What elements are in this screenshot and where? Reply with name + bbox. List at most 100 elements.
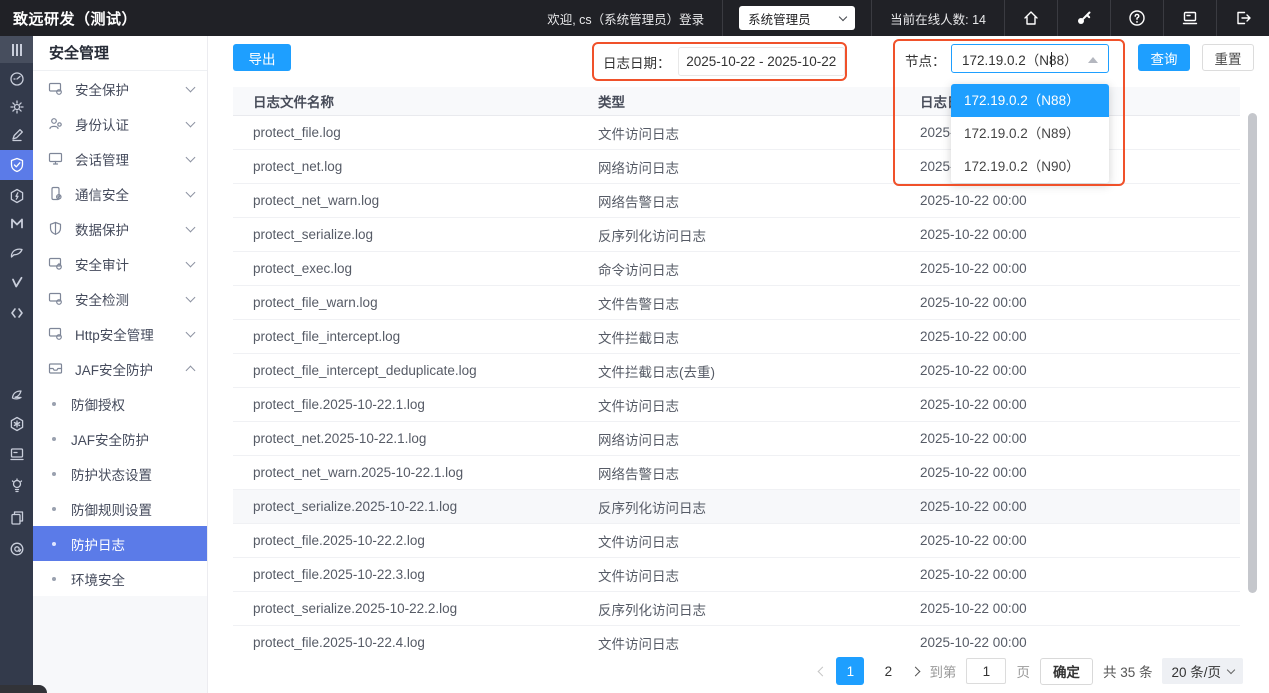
- cell-date: 2025-10-22 00:00: [905, 363, 1240, 378]
- triangle-up-icon: [1088, 57, 1098, 63]
- hexagon-bolt-icon[interactable]: [0, 182, 33, 210]
- table-row[interactable]: protect_net.2025-10-22.1.log 网络访问日志 2025…: [233, 422, 1240, 456]
- role-select[interactable]: 系统管理员: [739, 6, 855, 30]
- node-select-input[interactable]: 172.19.0.2（N88）: [951, 44, 1109, 73]
- collapse-menu-icon[interactable]: [0, 36, 33, 63]
- code-brackets-icon[interactable]: [0, 299, 33, 327]
- export-button[interactable]: 导出: [233, 44, 291, 71]
- sidebar-group-security-detection[interactable]: 安全检测: [33, 281, 207, 316]
- role-select-value: 系统管理员: [748, 9, 811, 28]
- table-row[interactable]: protect_file_intercept_deduplicate.log 文…: [233, 354, 1240, 388]
- help-icon[interactable]: [1111, 0, 1163, 36]
- cell-filename: protect_file_intercept.log: [233, 329, 578, 344]
- cell-filename: protect_net_warn.2025-10-22.1.log: [233, 465, 578, 480]
- refresh-at-icon[interactable]: [0, 535, 33, 563]
- page-size-select[interactable]: 20 条/页: [1162, 658, 1243, 684]
- security-shield-icon[interactable]: [0, 150, 33, 180]
- table-row[interactable]: protect_file.2025-10-22.1.log 文件访问日志 202…: [233, 388, 1240, 422]
- node-option[interactable]: 172.19.0.2（N88）: [951, 84, 1109, 117]
- table-row[interactable]: protect_file.2025-10-22.3.log 文件访问日志 202…: [233, 558, 1240, 592]
- reset-button[interactable]: 重置: [1202, 44, 1254, 71]
- table-row[interactable]: protect_file_intercept.log 文件拦截日志 2025-1…: [233, 320, 1240, 354]
- page-button-1[interactable]: 1: [836, 657, 864, 685]
- table-row[interactable]: protect_serialize.2025-10-22.1.log 反序列化访…: [233, 490, 1240, 524]
- prev-page-icon[interactable]: [818, 666, 828, 676]
- dashboard-icon[interactable]: [0, 65, 33, 93]
- table-row[interactable]: protect_file.2025-10-22.4.log 文件访问日志 202…: [233, 626, 1240, 650]
- logout-icon[interactable]: [1217, 0, 1269, 36]
- copy-files-icon[interactable]: [0, 504, 33, 532]
- sidebar-item-label: 防护日志: [71, 534, 125, 554]
- confirm-button[interactable]: 确定: [1040, 658, 1093, 685]
- total-count: 共 35 条: [1103, 661, 1153, 681]
- sidebar-item-defense-rules[interactable]: 防御规则设置: [33, 491, 207, 526]
- dove-icon[interactable]: [0, 380, 33, 408]
- cell-filename: protect_file.2025-10-22.3.log: [233, 567, 578, 582]
- sidebar-item-label: 环境安全: [71, 569, 125, 589]
- monitor-paw-icon: [48, 326, 63, 341]
- chevron-down-icon: [186, 327, 196, 337]
- column-header-type: 类型: [578, 91, 905, 111]
- sidebar-group-label: 会话管理: [75, 149, 187, 169]
- sidebar-item-jaf-protection[interactable]: JAF安全防护: [33, 421, 207, 456]
- lightbulb-icon[interactable]: [0, 472, 33, 500]
- cell-type: 文件拦截日志(去重): [578, 361, 905, 381]
- goto-page-input[interactable]: 1: [966, 658, 1006, 684]
- sidebar-group-jaf-protection[interactable]: JAF安全防护: [33, 351, 207, 386]
- table-row[interactable]: protect_serialize.2025-10-22.2.log 反序列化访…: [233, 592, 1240, 626]
- table-row[interactable]: protect_net_warn.2025-10-22.1.log 网络告警日志…: [233, 456, 1240, 490]
- sidebar-group-identity-auth[interactable]: 身份认证: [33, 106, 207, 141]
- bullet-icon: [52, 437, 56, 441]
- key-icon[interactable]: [1058, 0, 1110, 36]
- cell-type: 文件访问日志: [578, 123, 905, 143]
- sidebar-group-data-protection[interactable]: 数据保护: [33, 211, 207, 246]
- table-row[interactable]: protect_serialize.log 反序列化访问日志 2025-10-2…: [233, 218, 1240, 252]
- cell-filename: protect_net.2025-10-22.1.log: [233, 431, 578, 446]
- vertical-scrollbar[interactable]: [1248, 113, 1257, 593]
- settings-gear-icon[interactable]: [0, 93, 33, 121]
- log-date-range-input[interactable]: 2025-10-22 - 2025-10-22: [678, 47, 846, 76]
- cell-filename: protect_file.log: [233, 125, 578, 140]
- sidebar-item-protection-logs[interactable]: 防护日志: [33, 526, 207, 561]
- sidebar-group-security-protection[interactable]: 安全保护: [33, 71, 207, 106]
- chevron-down-icon: [1227, 665, 1235, 673]
- phone-shield-icon: [48, 186, 63, 201]
- cell-date: 2025-10-22 00:00: [905, 261, 1240, 276]
- node-option[interactable]: 172.19.0.2（N89）: [951, 117, 1109, 150]
- sidebar-group-security-audit[interactable]: 安全审计: [33, 246, 207, 281]
- cell-date: 2025-10-22 00:00: [905, 329, 1240, 344]
- terminal-icon[interactable]: [0, 440, 33, 468]
- sidebar-item-protection-status[interactable]: 防护状态设置: [33, 456, 207, 491]
- signature-pen-icon[interactable]: [0, 121, 33, 149]
- home-icon[interactable]: [1005, 0, 1057, 36]
- node-option[interactable]: 172.19.0.2（N90）: [951, 150, 1109, 183]
- query-button[interactable]: 查询: [1138, 44, 1190, 71]
- whale-icon[interactable]: [0, 238, 33, 266]
- sidebar-group-label: Http安全管理: [75, 324, 187, 344]
- sidebar-group-http-security[interactable]: Http安全管理: [33, 316, 207, 351]
- table-row[interactable]: protect_net_warn.log 网络告警日志 2025-10-22 0…: [233, 184, 1240, 218]
- check-mark-icon[interactable]: [0, 269, 33, 297]
- table-row[interactable]: protect_file.2025-10-22.2.log 文件访问日志 202…: [233, 524, 1240, 558]
- cell-type: 命令访问日志: [578, 259, 905, 279]
- page-button-2[interactable]: 2: [874, 657, 902, 685]
- cell-date: 2025-10-22 00:00: [905, 397, 1240, 412]
- cell-filename: protect_net.log: [233, 159, 578, 174]
- chevron-down-icon: [186, 292, 196, 302]
- console-icon[interactable]: [1164, 0, 1216, 36]
- sidebar-group-communication-security[interactable]: 通信安全: [33, 176, 207, 211]
- sidebar-item-label: 防御规则设置: [71, 499, 152, 519]
- sidebar-item-environment-security[interactable]: 环境安全: [33, 561, 207, 596]
- topbar-right: 欢迎, cs（系统管理员）登录 系统管理员 当前在线人数: 14: [529, 0, 1269, 36]
- table-row[interactable]: protect_exec.log 命令访问日志 2025-10-22 00:00: [233, 252, 1240, 286]
- letter-m-icon[interactable]: [0, 209, 33, 237]
- hexagon-star-icon[interactable]: [0, 410, 33, 438]
- cell-filename: protect_file_warn.log: [233, 295, 578, 310]
- goto-label: 到第: [929, 661, 956, 681]
- sidebar-item-defense-authorization[interactable]: 防御授权: [33, 386, 207, 421]
- sidebar-group-session-management[interactable]: 会话管理: [33, 141, 207, 176]
- next-page-icon[interactable]: [911, 666, 921, 676]
- table-row[interactable]: protect_file_warn.log 文件告警日志 2025-10-22 …: [233, 286, 1240, 320]
- cell-type: 文件访问日志: [578, 395, 905, 415]
- chevron-down-icon: [186, 117, 196, 127]
